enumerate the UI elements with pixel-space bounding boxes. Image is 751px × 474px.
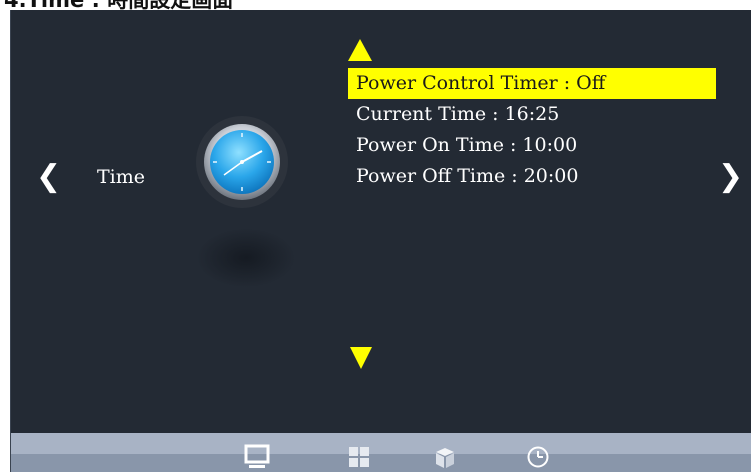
previous-category-icon[interactable]: ❮ [36,160,61,194]
menu-item-power-control-timer[interactable]: Power Control Timer : Off [348,68,716,99]
osd-screen: ❮ ❯ Time Power Control Timer: Off Curre… [10,10,751,472]
timer-menu: Power Control Timer : Off Current Time :… [348,68,716,192]
timer-clock-icon[interactable] [526,445,550,473]
category-label: Time [97,166,146,188]
menu-item-power-on-time[interactable]: Power On Time : 10:00 [348,130,716,161]
box-icon[interactable] [435,447,455,473]
menu-item-power-off-time[interactable]: Power Off Time : 20:00 [348,161,716,192]
scroll-down-arrow-icon[interactable] [350,347,372,369]
clock-icon [194,114,290,210]
next-category-icon[interactable]: ❯ [718,160,743,194]
clock-reflection [196,228,296,288]
monitor-icon[interactable] [244,444,270,474]
scroll-up-arrow-icon[interactable] [348,39,372,61]
menu-item-current-time[interactable]: Current Time : 16:25 [348,99,716,130]
grid-icon[interactable] [348,446,370,472]
bottom-tab-bar [11,433,751,472]
